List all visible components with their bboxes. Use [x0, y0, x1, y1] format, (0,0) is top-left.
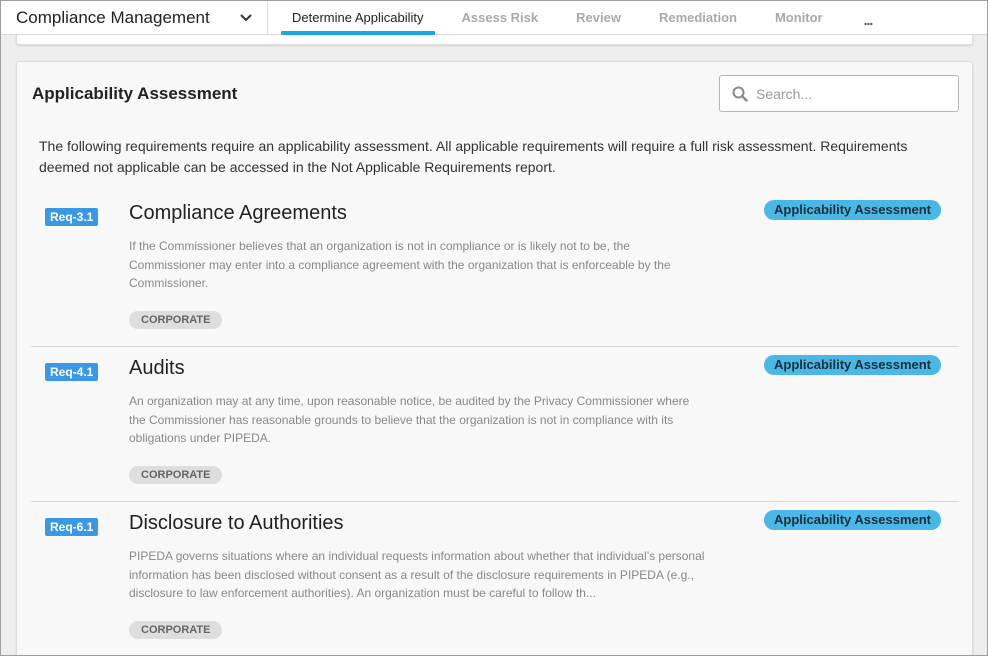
collapsed-panel	[16, 35, 973, 45]
status-badge: Applicability Assessment	[763, 510, 941, 530]
workflow-tabs: Determine Applicability Assess Risk Revi…	[268, 1, 877, 35]
category-tag: CORPORATE	[129, 466, 223, 484]
requirement-description: An organization may at any time, upon re…	[129, 394, 690, 445]
search-icon	[732, 86, 748, 102]
app-title: Compliance Management	[16, 7, 210, 27]
requirement-title[interactable]: Audits	[129, 357, 185, 380]
tab-monitor[interactable]: Monitor	[764, 1, 834, 34]
tab-determine-applicability[interactable]: Determine Applicability	[281, 1, 435, 35]
intro-text: The following requirements require an ap…	[39, 138, 908, 175]
panel-title: Applicability Assessment	[32, 84, 238, 103]
app-window: Compliance Management Determine Applicab…	[0, 0, 988, 656]
requirement-id-badge: Req-4.1	[45, 363, 99, 381]
requirement-description: If the Commissioner believes that an org…	[129, 239, 671, 290]
requirement-description: PIPEDA governs situations where an indiv…	[129, 549, 705, 600]
requirement-title[interactable]: Disclosure to Authorities	[129, 512, 344, 535]
category-tag: CORPORATE	[129, 621, 223, 639]
applicability-assessment-panel: Applicability Assessment The following r…	[16, 61, 973, 655]
chevron-down-icon[interactable]	[239, 11, 253, 25]
tab-remediation[interactable]: Remediation	[648, 1, 748, 34]
search-input[interactable]	[756, 85, 946, 102]
tab-review[interactable]: Review	[565, 1, 632, 34]
tab-assess-risk[interactable]: Assess Risk	[451, 1, 550, 34]
requirement-item[interactable]: Req-6.1 Disclosure to Authorities Applic…	[31, 502, 959, 655]
requirement-id-badge: Req-3.1	[45, 208, 99, 226]
requirement-item[interactable]: Req-4.1 Audits Applicability Assessment …	[31, 347, 959, 502]
more-horizontal-icon[interactable]: ...	[850, 1, 877, 34]
status-badge: Applicability Assessment	[763, 355, 941, 375]
status-badge: Applicability Assessment	[763, 200, 941, 220]
requirement-item[interactable]: Req-3.1 Compliance Agreements Applicabil…	[31, 192, 959, 347]
category-tag: CORPORATE	[129, 311, 223, 329]
app-switcher[interactable]: Compliance Management	[1, 1, 268, 34]
requirement-id-badge: Req-6.1	[45, 518, 99, 536]
requirement-title[interactable]: Compliance Agreements	[129, 202, 347, 225]
top-navigation-bar: Compliance Management Determine Applicab…	[1, 1, 987, 35]
search-box[interactable]	[719, 75, 959, 112]
